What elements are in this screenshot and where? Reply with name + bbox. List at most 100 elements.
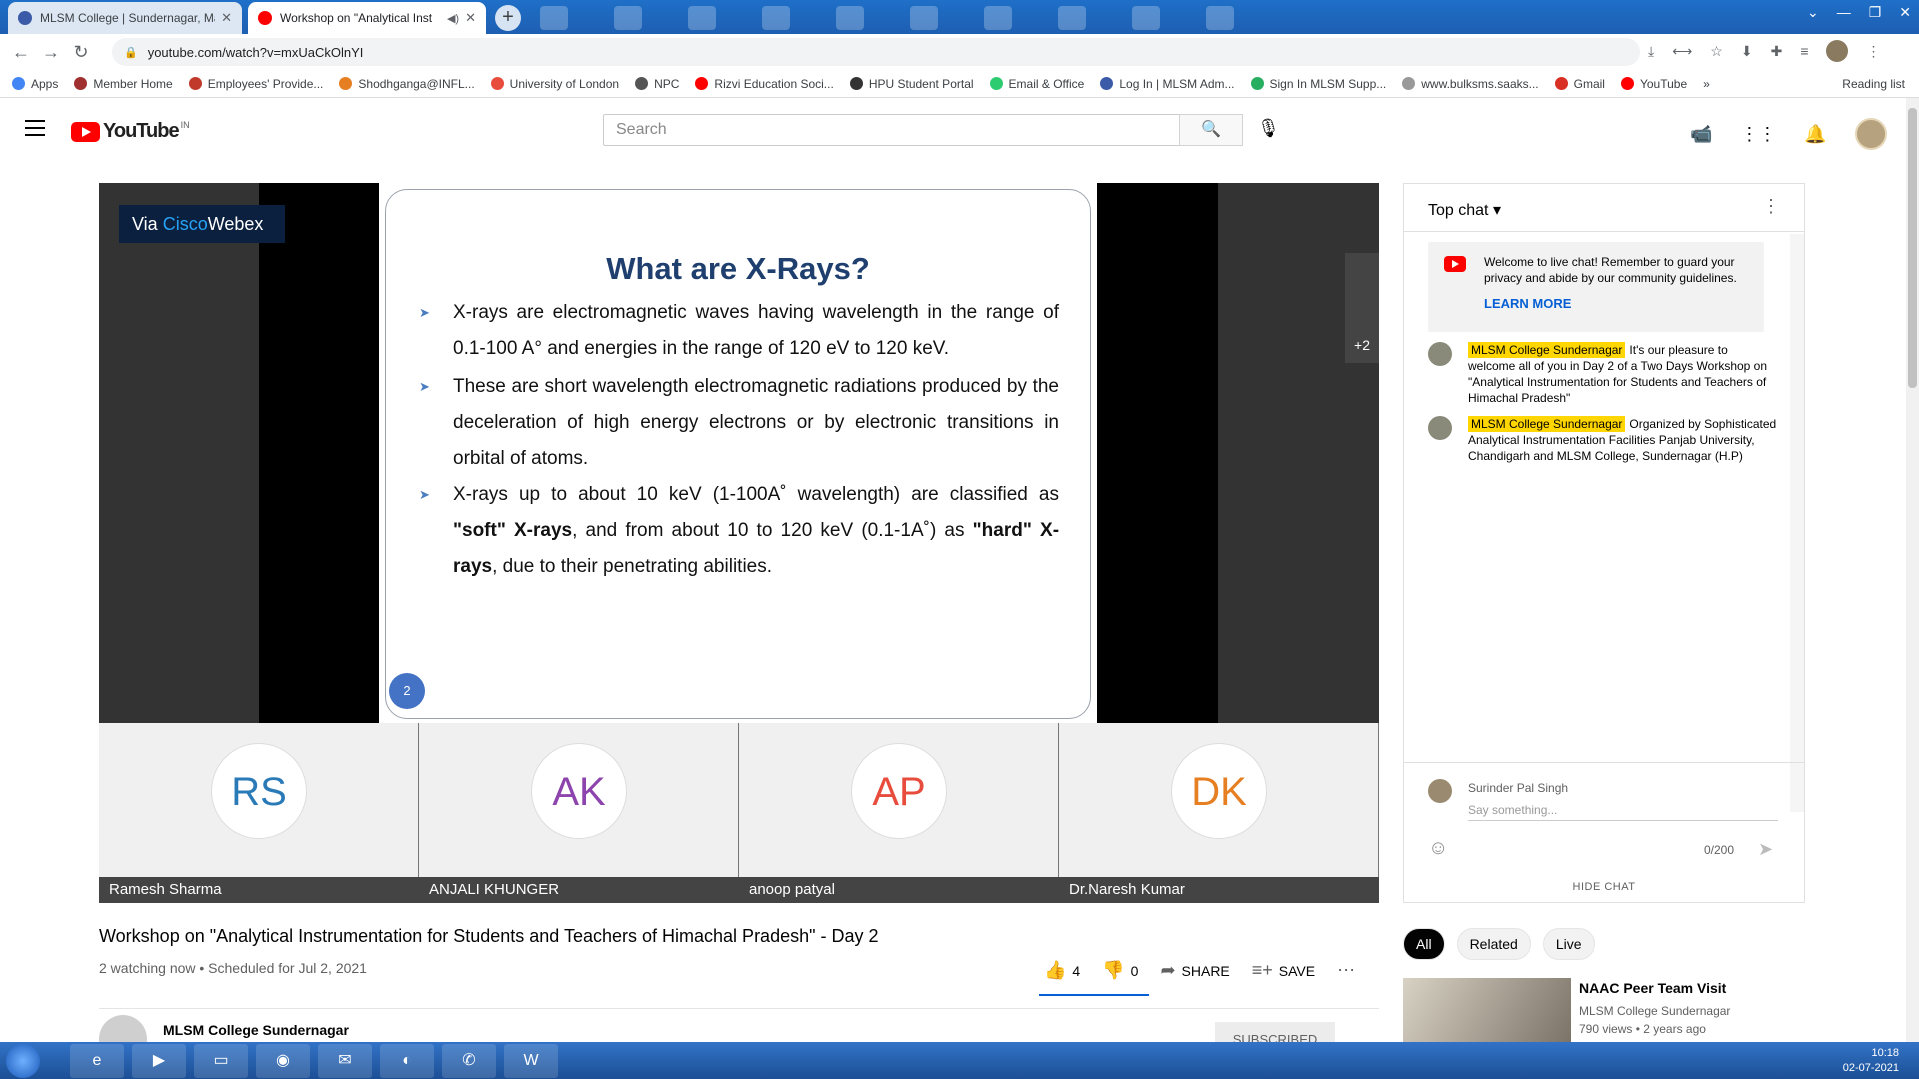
bookmark-item[interactable]: Employees' Provide... (188, 77, 323, 91)
recommended-video-thumbnail[interactable] (1403, 978, 1571, 1042)
media-control-icon[interactable]: ≡ (1800, 43, 1808, 59)
bookmark-item[interactable]: Log In | MLSM Adm... (1100, 77, 1235, 91)
tab-mlsm-college[interactable]: MLSM College | Sundernagar, Ma ✕ (8, 2, 242, 34)
speaker-icon[interactable]: ◀) (447, 12, 459, 25)
search-button[interactable]: 🔍 (1179, 114, 1243, 146)
like-button[interactable]: 👍 4 (1044, 960, 1080, 981)
translate-icon[interactable]: ⟷ (1672, 43, 1692, 60)
close-tab-icon[interactable]: ✕ (465, 10, 476, 26)
bookmark-item[interactable]: HPU Student Portal (849, 77, 974, 91)
hide-chat-button[interactable]: HIDE CHAT (1404, 881, 1804, 893)
page-scrollbar[interactable] (1906, 98, 1919, 1042)
bookmark-item[interactable]: Gmail (1554, 77, 1605, 91)
bookmark-label: Apps (31, 76, 59, 91)
forward-icon[interactable]: → (36, 42, 66, 63)
download-extension-icon[interactable]: ⬇ (1741, 43, 1753, 60)
extensions-icon[interactable]: ✚ (1771, 43, 1783, 60)
tab-search-icon[interactable]: ⌄ (1807, 4, 1819, 21)
close-window-icon[interactable]: ✕ (1899, 4, 1911, 21)
window-thumb[interactable] (762, 6, 790, 30)
system-tray-clock[interactable]: 10:18 02-07-2021 (1843, 1046, 1899, 1076)
search-input[interactable]: Search (603, 114, 1180, 146)
window-thumb[interactable] (910, 6, 938, 30)
chat-author[interactable]: MLSM College Sundernagar (1468, 416, 1626, 432)
back-icon[interactable]: ← (6, 42, 36, 63)
video-title: Workshop on "Analytical Instrumentation … (99, 926, 879, 946)
close-tab-icon[interactable]: ✕ (221, 10, 232, 26)
chat-menu-icon[interactable]: ⋮ (1762, 196, 1780, 217)
whatsapp-icon[interactable]: ✆ (442, 1044, 496, 1078)
bookmarks-overflow-button[interactable]: » (1703, 77, 1710, 91)
bookmark-item[interactable]: www.bulksms.saaks... (1402, 77, 1539, 91)
install-icon[interactable]: ⤓ (1648, 43, 1654, 60)
star-icon[interactable]: ☆ (1710, 43, 1723, 60)
bookmark-item[interactable]: NPC (635, 77, 679, 91)
window-thumb[interactable] (836, 6, 864, 30)
hamburger-menu-icon[interactable] (25, 120, 45, 141)
chat-mode-dropdown[interactable]: Top chat ▾ (1428, 200, 1501, 220)
start-button[interactable] (6, 1044, 40, 1078)
profile-avatar[interactable] (1826, 40, 1849, 62)
window-thumb[interactable] (1206, 6, 1234, 30)
window-thumb[interactable] (1132, 6, 1160, 30)
address-bar[interactable]: 🔒 youtube.com/watch?v=mxUaCkOlnYI (112, 38, 1640, 66)
share-button[interactable]: ➦ SHARE (1160, 960, 1229, 981)
bookmark-icon (989, 77, 1003, 90)
new-tab-button[interactable]: + (495, 5, 521, 31)
window-thumb[interactable] (614, 6, 642, 30)
learn-more-link[interactable]: LEARN MORE (1484, 296, 1571, 311)
recommended-video-meta: 790 views • 2 years ago (1579, 1022, 1706, 1036)
lock-icon[interactable]: 🔒 (124, 46, 138, 59)
microphone-icon[interactable]: 🎙 (1257, 118, 1280, 139)
window-thumb[interactable] (1058, 6, 1086, 30)
messaging-icon[interactable]: ✉ (318, 1044, 372, 1078)
emoji-icon[interactable]: ☺ (1428, 837, 1448, 860)
account-avatar[interactable] (1854, 118, 1887, 150)
bookmark-item[interactable]: Sign In MLSM Supp... (1250, 77, 1386, 91)
webex-prefix: Via (132, 214, 163, 234)
maximize-icon[interactable]: ❐ (1869, 4, 1882, 21)
internet-explorer-icon[interactable]: e (70, 1044, 124, 1078)
bookmark-item[interactable]: Member Home (74, 77, 173, 91)
menu-icon[interactable]: ⋮ (1866, 43, 1880, 60)
participant-tile: AP anoop patyal (739, 723, 1059, 903)
file-explorer-icon[interactable]: ▭ (194, 1044, 248, 1078)
chat-author[interactable]: MLSM College Sundernagar (1468, 342, 1626, 358)
scrollbar-thumb[interactable] (1908, 108, 1917, 388)
edge-icon[interactable]: ◐ (380, 1044, 434, 1078)
window-thumb[interactable] (688, 6, 716, 30)
bookmark-item[interactable]: Rizvi Education Soci... (695, 77, 834, 91)
recommended-video-title[interactable]: NAAC Peer Team Visit (1579, 980, 1726, 996)
video-player[interactable]: Via CiscoWebex What are X-Rays? ➤ X-rays… (99, 183, 1379, 903)
window-thumb[interactable] (540, 6, 568, 30)
minimize-icon[interactable]: — (1837, 4, 1851, 21)
bookmark-item[interactable]: Shodhganga@INFL... (339, 77, 475, 91)
reload-icon[interactable]: ↻ (66, 42, 96, 63)
window-thumb[interactable] (984, 6, 1012, 30)
chip-related[interactable]: Related (1456, 928, 1531, 960)
chat-scrollbar[interactable] (1790, 234, 1804, 812)
chip-live[interactable]: Live (1542, 928, 1595, 960)
youtube-logo[interactable]: YouTube IN (71, 120, 190, 143)
bookmark-item[interactable]: YouTube (1620, 77, 1687, 91)
reading-list-button[interactable]: Reading list (1842, 77, 1905, 91)
bookmark-item[interactable]: Email & Office (989, 77, 1084, 91)
bookmark-item[interactable]: University of London (490, 76, 620, 91)
chrome-icon[interactable]: ◉ (256, 1044, 310, 1078)
dislike-button[interactable]: 👎 0 (1102, 960, 1138, 981)
word-icon[interactable]: W (504, 1044, 558, 1078)
tab-workshop-video[interactable]: Workshop on "Analytical Inst ◀) ✕ (248, 2, 486, 34)
send-icon[interactable]: ➤ (1758, 839, 1773, 860)
notifications-bell-icon[interactable]: 🔔 (1804, 124, 1826, 145)
media-player-icon[interactable]: ▶ (132, 1044, 186, 1078)
channel-name[interactable]: MLSM College Sundernagar (163, 1022, 349, 1038)
save-button[interactable]: ≡+ SAVE (1252, 960, 1315, 981)
chat-message-input[interactable]: Say something... (1468, 799, 1778, 821)
bookmark-item[interactable]: Apps (12, 77, 58, 91)
bookmark-label: University of London (509, 76, 620, 91)
more-actions-button[interactable]: ⋯ (1337, 960, 1355, 981)
chip-all[interactable]: All (1403, 928, 1445, 960)
create-video-icon[interactable]: 📹 (1690, 124, 1712, 145)
apps-grid-icon[interactable]: ⋮⋮ (1740, 124, 1776, 145)
recommended-video-channel[interactable]: MLSM College Sundernagar (1579, 1004, 1730, 1018)
